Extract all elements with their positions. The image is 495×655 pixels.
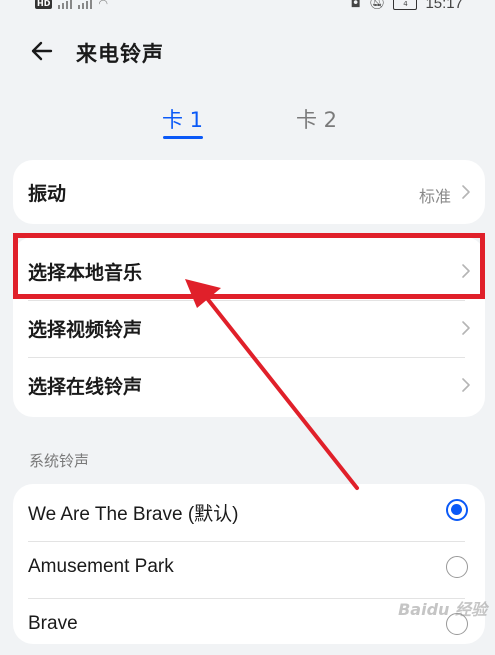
sim-tabs: 卡 1 卡 2 xyxy=(0,100,495,140)
battery-level: 4 xyxy=(403,0,408,8)
system-ringtones-heading: 系统铃声 xyxy=(29,452,90,470)
radio-unchecked-icon[interactable] xyxy=(446,556,468,578)
watermark: Baidu 经验 xyxy=(398,600,487,619)
hd-badge: HD xyxy=(35,0,53,9)
arrow-left-icon[interactable] xyxy=(27,36,57,66)
page-title: 来电铃声 xyxy=(76,42,164,66)
chevron-right-icon xyxy=(462,321,470,335)
highlight-box xyxy=(13,233,485,299)
select-online-ringtone-row[interactable]: 选择在线铃声 xyxy=(13,357,485,414)
ringtone-label: Brave xyxy=(28,613,78,634)
ringtone-label: We Are The Brave (默认) xyxy=(28,504,239,525)
signal-icon xyxy=(58,0,73,9)
battery-icon: 4 xyxy=(393,0,418,10)
status-bar: HD ◠ ◘ 🔕︎ 4 15:17 xyxy=(0,0,495,14)
status-right: ◘ 🔕︎ 4 15:17 xyxy=(351,0,463,12)
vibration-card: 振动 标准 xyxy=(13,160,485,224)
select-video-ringtone-row[interactable]: 选择视频铃声 xyxy=(13,300,485,357)
ringtone-label: Amusement Park xyxy=(28,556,174,577)
select-video-ringtone-label: 选择视频铃声 xyxy=(28,319,143,341)
signal-icon-2 xyxy=(78,0,93,9)
status-time: 15:17 xyxy=(425,0,463,12)
tab-card-1[interactable]: 卡 1 xyxy=(162,104,203,134)
nfc-icon: ◘ xyxy=(350,0,361,11)
vibration-row[interactable]: 振动 标准 xyxy=(13,164,485,221)
mute-bell-icon: 🔕︎ xyxy=(368,0,386,11)
tab-card-2[interactable]: 卡 2 xyxy=(296,104,337,134)
ringtone-item[interactable]: Amusement Park xyxy=(13,541,485,598)
chevron-right-icon xyxy=(462,185,470,199)
vibration-label: 振动 xyxy=(28,183,67,205)
chevron-right-icon xyxy=(462,378,470,392)
page-header: 来电铃声 xyxy=(0,28,495,74)
ringtone-item[interactable]: We Are The Brave (默认) xyxy=(13,484,485,541)
status-left: HD ◠ xyxy=(35,0,108,10)
tab-indicator xyxy=(163,136,203,139)
radio-checked-icon[interactable] xyxy=(446,499,468,521)
system-ringtones-card: We Are The Brave (默认) Amusement Park Bra… xyxy=(13,484,485,644)
vibration-value: 标准 xyxy=(418,187,451,206)
select-online-ringtone-label: 选择在线铃声 xyxy=(28,376,143,398)
wifi-icon: ◠ xyxy=(98,0,108,10)
